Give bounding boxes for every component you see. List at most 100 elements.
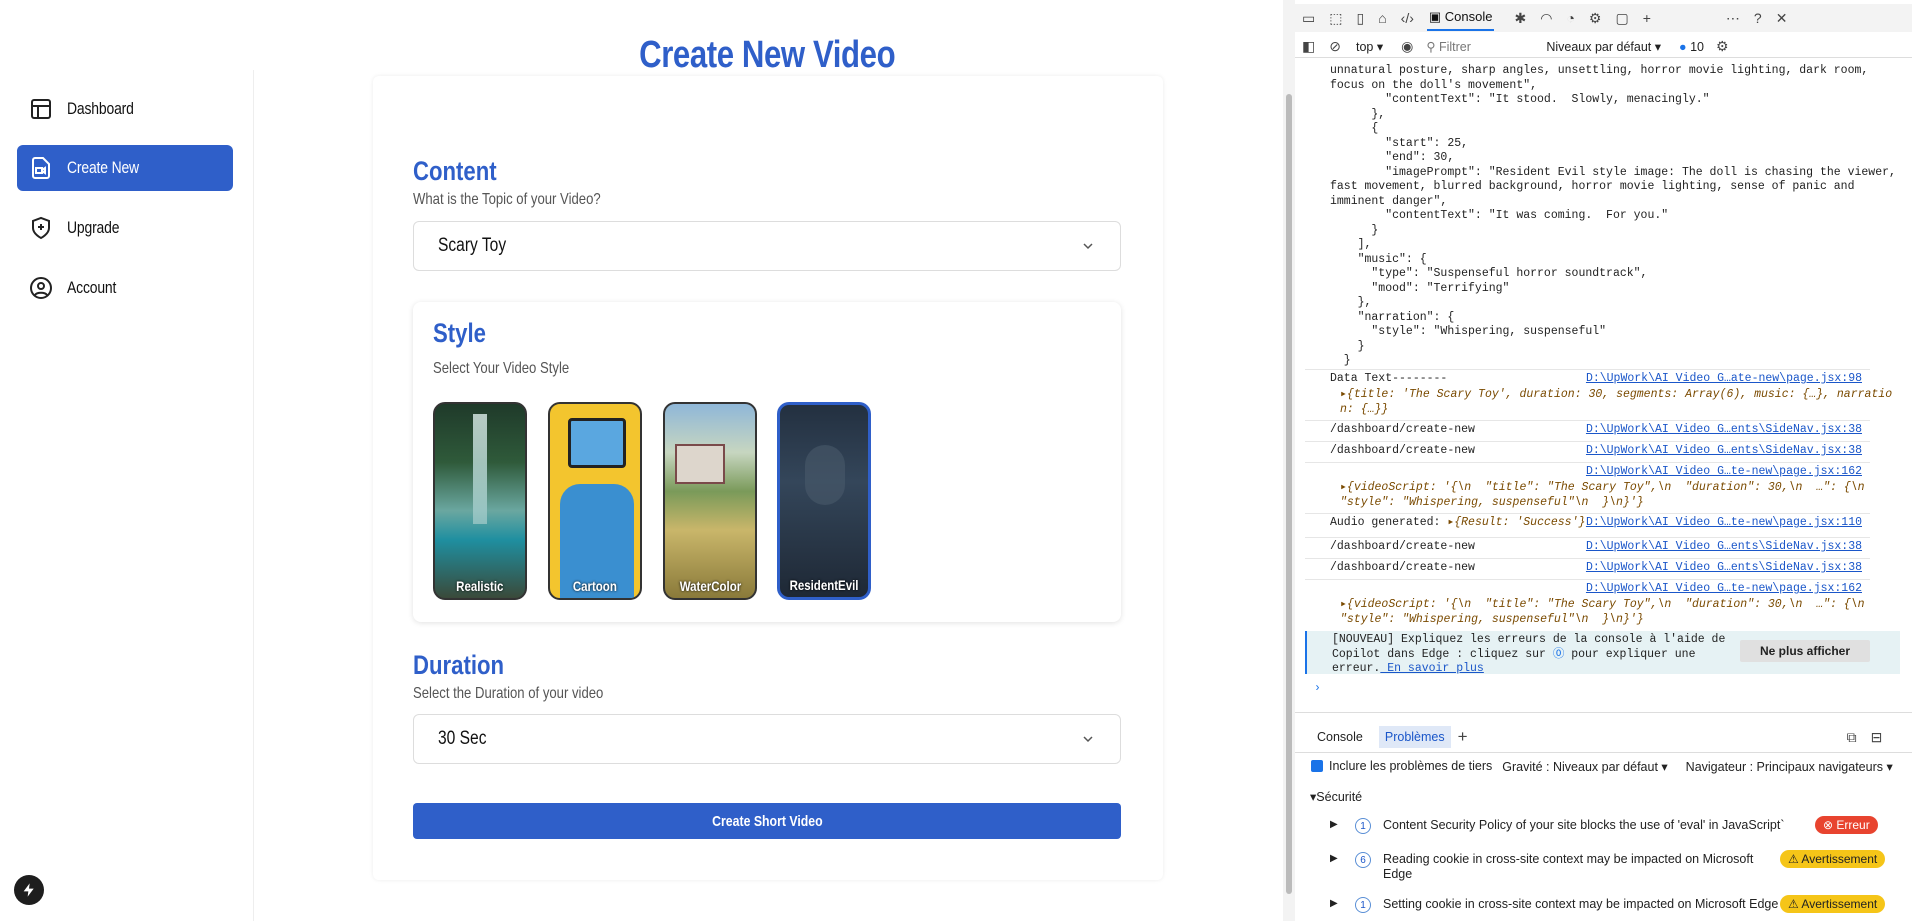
issues-counter[interactable]: ● 10 — [1679, 40, 1704, 54]
expand-icon[interactable]: ▶ — [1330, 853, 1338, 864]
app-page: Dashboard Create New Upgrade Account Cre… — [0, 0, 1283, 921]
cartoon-face-image — [568, 418, 626, 468]
log-divider — [1305, 579, 1870, 580]
issue-text: Setting cookie in cross-site context may… — [1383, 897, 1779, 911]
log-message: /dashboard/create-new — [1330, 561, 1475, 574]
gear-icon[interactable]: ⚙ — [1589, 10, 1602, 27]
sidebar-divider — [253, 70, 254, 921]
elements-icon[interactable]: ‹/› — [1401, 10, 1414, 26]
style-heading: Style — [433, 318, 486, 348]
source-link[interactable]: D:\UpWork\AI Video G…ents\SideNav.jsx:38 — [1586, 540, 1862, 553]
sidebar-item-label: Account — [67, 278, 117, 297]
application-icon[interactable]: ▢ — [1615, 10, 1628, 27]
eye-icon[interactable]: ◉ — [1401, 38, 1413, 55]
sidebar-toggle-icon[interactable]: ◧ — [1302, 38, 1315, 55]
log-divider — [1305, 441, 1870, 442]
issue-count: 6 — [1355, 852, 1371, 868]
inspect-icon[interactable]: ⬚ — [1329, 10, 1342, 27]
third-party-checkbox[interactable] — [1311, 760, 1323, 772]
waterfall-image — [473, 414, 487, 524]
drawer-tabbar: Console Problèmes + ⧉ ⊟ — [1295, 725, 1912, 749]
copilot-banner: [NOUVEAU] Expliquez les erreurs de la co… — [1305, 631, 1900, 675]
log-message: Audio generated: ▸{Result: 'Success'} — [1330, 516, 1586, 529]
style-card-realistic[interactable]: Realistic — [433, 402, 527, 600]
warning-badge: ⚠ Avertissement — [1780, 850, 1886, 868]
tab-console[interactable]: ▣ Console — [1426, 5, 1495, 31]
levels-select[interactable]: Niveaux par défaut ▾ — [1546, 39, 1661, 54]
logged-json: unnatural posture, sharp angles, unsettl… — [1330, 64, 1896, 367]
expand-icon[interactable]: ▶ — [1330, 898, 1338, 909]
bug-icon[interactable]: ✱ — [1514, 10, 1526, 27]
style-label: Realistic — [456, 578, 504, 594]
expand-icon[interactable]: ▶ — [1330, 819, 1338, 830]
create-short-video-button[interactable]: Create Short Video — [413, 803, 1121, 839]
add-tab-icon[interactable]: + — [1643, 10, 1651, 26]
source-link[interactable]: D:\UpWork\AI Video G…te-new\page.jsx:162 — [1586, 465, 1862, 478]
filter-input[interactable]: ⚲ Filtrer — [1426, 39, 1536, 54]
style-card-cartoon[interactable]: Cartoon — [548, 402, 642, 600]
topic-value: Scary Toy — [438, 235, 507, 256]
performance-icon[interactable]: ◔ — [1566, 10, 1574, 26]
copilot-text: [NOUVEAU] Expliquez les erreurs de la co… — [1332, 633, 1726, 675]
more-icon[interactable]: ⋯ — [1726, 10, 1740, 27]
duration-select[interactable]: 30 Sec — [413, 714, 1121, 764]
log-object[interactable]: ▸{videoScript: '{\n "title": "The Scary … — [1340, 598, 1865, 627]
bolt-icon — [23, 883, 34, 897]
clear-console-icon[interactable]: ⊘ — [1329, 38, 1341, 55]
close-icon[interactable]: ✕ — [1776, 10, 1788, 27]
style-card-watercolor[interactable]: WaterColor — [663, 402, 757, 600]
devtools-tabbar: ▭ ⬚ ▯ ⌂ ‹/› ▣ Console ✱ ◠ ◔ ⚙ ▢ + ⋯ ? ✕ — [1295, 4, 1912, 32]
source-link[interactable]: D:\UpWork\AI Video G…te-new\page.jsx:162 — [1586, 582, 1862, 595]
content-heading: Content — [413, 156, 497, 186]
house-image — [675, 444, 725, 484]
device-icon[interactable]: ▯ — [1356, 10, 1364, 27]
log-message: /dashboard/create-new — [1330, 540, 1475, 553]
source-link[interactable]: D:\UpWork\AI Video G…ate-new\page.jsx:98 — [1586, 372, 1862, 385]
next-devtools-button[interactable] — [14, 875, 44, 905]
sidebar-item-create-new[interactable]: Create New — [17, 145, 233, 191]
warning-badge: ⚠ Avertissement — [1780, 895, 1886, 913]
log-message: Data Text-------- — [1330, 372, 1448, 385]
log-object[interactable]: ▸{videoScript: '{\n "title": "The Scary … — [1340, 481, 1865, 510]
severity-select[interactable]: Gravité : Niveaux par défaut ▾ — [1502, 759, 1667, 774]
duration-heading: Duration — [413, 650, 505, 680]
log-object[interactable]: ▸{Result: 'Success'} — [1447, 516, 1585, 529]
style-card-residentevil[interactable]: ResidentEvil — [777, 402, 871, 600]
browser-select[interactable]: Navigateur : Principaux navigateurs ▾ — [1686, 759, 1893, 774]
chevron-down-icon — [1083, 243, 1093, 250]
sidebar-item-account[interactable]: Account — [17, 265, 233, 311]
source-link[interactable]: D:\UpWork\AI Video G…ents\SideNav.jsx:38 — [1586, 444, 1862, 457]
sidebar-item-dashboard[interactable]: Dashboard — [17, 86, 233, 132]
duration-value: 30 Sec — [438, 728, 487, 749]
source-link[interactable]: D:\UpWork\AI Video G…te-new\page.jsx:110 — [1586, 516, 1862, 529]
dismiss-button[interactable]: Ne plus afficher — [1740, 640, 1870, 662]
source-link[interactable]: D:\UpWork\AI Video G…ents\SideNav.jsx:38 — [1586, 423, 1862, 436]
file-video-icon — [32, 157, 50, 179]
help-icon[interactable]: ? — [1754, 10, 1762, 26]
topic-select[interactable]: Scary Toy — [413, 221, 1121, 271]
security-section[interactable]: ▾Sécurité — [1310, 789, 1362, 804]
gear-icon[interactable]: ⚙ — [1716, 38, 1729, 55]
log-object[interactable]: ▸{title: 'The Scary Toy', duration: 30, … — [1340, 388, 1892, 417]
issue-count: 1 — [1355, 818, 1371, 834]
wifi-icon[interactable]: ◠ — [1540, 10, 1552, 27]
drawer-tab-problems[interactable]: Problèmes — [1378, 726, 1451, 748]
console-prompt[interactable]: › — [1314, 682, 1321, 697]
copilot-icon: ⓪ — [1552, 647, 1565, 661]
dock-icon[interactable]: ⧉ — [1847, 729, 1857, 746]
layout-icon[interactable]: ⊟ — [1871, 729, 1883, 746]
page-scrollbar[interactable] — [1283, 0, 1295, 921]
sidebar-item-label: Upgrade — [67, 218, 120, 237]
home-icon[interactable]: ⌂ — [1378, 10, 1386, 26]
screencast-icon[interactable]: ▭ — [1302, 10, 1315, 27]
context-select[interactable]: top ▾ — [1356, 39, 1383, 54]
shield-plus-icon — [32, 216, 50, 240]
sidebar-item-upgrade[interactable]: Upgrade — [17, 205, 233, 251]
source-link[interactable]: D:\UpWork\AI Video G…ents\SideNav.jsx:38 — [1586, 561, 1862, 574]
learn-more-link[interactable]: En savoir plus — [1380, 662, 1484, 675]
drawer-tab-console[interactable]: Console — [1317, 730, 1363, 744]
style-subtitle: Select Your Video Style — [433, 360, 570, 377]
add-tab-icon[interactable]: + — [1458, 727, 1468, 747]
content-subtitle: What is the Topic of your Video? — [413, 191, 601, 208]
style-label: ResidentEvil — [789, 577, 859, 593]
